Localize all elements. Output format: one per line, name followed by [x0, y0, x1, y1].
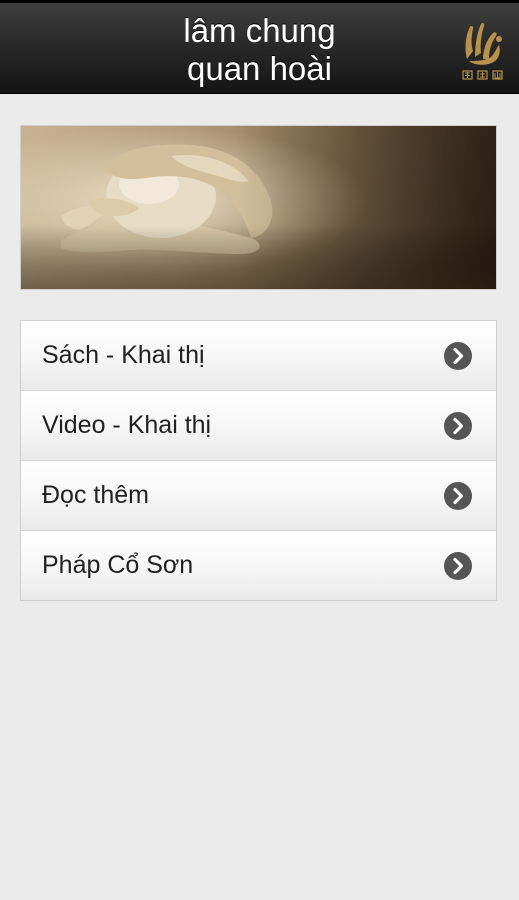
menu-item-video-khai-thi[interactable]: Video - Khai thị: [21, 390, 496, 460]
page-title-line1: lâm chung: [183, 12, 336, 49]
menu-item-label: Video - Khai thị: [42, 411, 212, 439]
chevron-right-circle-icon: [444, 412, 472, 440]
page-title-line2: quan hoài: [187, 50, 332, 87]
menu-item-phap-co-son[interactable]: Pháp Cổ Sơn: [21, 530, 496, 600]
menu-item-label: Đọc thêm: [42, 481, 149, 509]
hands-holding-photo: [20, 125, 497, 290]
app-header: lâm chung quan hoài: [0, 3, 519, 94]
page-title: lâm chung quan hoài: [0, 12, 519, 88]
chevron-right-circle-icon: [444, 482, 472, 510]
menu-item-label: Pháp Cổ Sơn: [42, 551, 194, 579]
menu-item-doc-them[interactable]: Đọc thêm: [21, 460, 496, 530]
dharma-drum-logo-icon[interactable]: [461, 17, 505, 83]
menu-item-sach-khai-thi[interactable]: Sách - Khai thị: [21, 321, 496, 390]
menu-item-label: Sách - Khai thị: [42, 341, 205, 369]
chevron-right-circle-icon: [444, 552, 472, 580]
main-menu: Sách - Khai thị Video - Khai thị Đọc thê…: [20, 320, 497, 601]
chevron-right-circle-icon: [444, 342, 472, 370]
